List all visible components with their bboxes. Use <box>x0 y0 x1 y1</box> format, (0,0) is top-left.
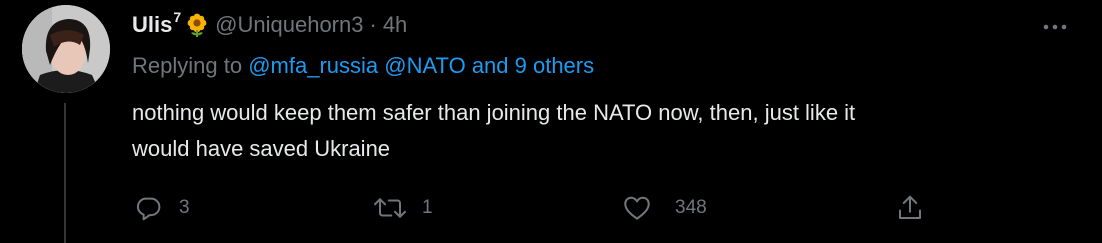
heart-icon <box>624 196 650 220</box>
like-button[interactable]: 348 <box>621 193 707 223</box>
retweet-button[interactable]: 1 <box>370 193 433 223</box>
reply-button[interactable]: 3 <box>133 193 190 223</box>
reply-count: 3 <box>179 197 190 218</box>
avatar-image <box>22 5 110 93</box>
retweet-icon <box>374 198 406 218</box>
thread-line <box>64 103 66 243</box>
name-superscript: 7 <box>173 9 182 25</box>
replying-to: Replying to @mfa_russia @NATO and 9 othe… <box>132 53 594 79</box>
user-handle[interactable]: @Uniquehorn3 <box>215 12 363 38</box>
more-options-button[interactable] <box>1040 17 1070 37</box>
separator-dot: · <box>369 12 377 37</box>
like-count: 348 <box>675 197 707 218</box>
share-button[interactable] <box>895 193 925 223</box>
timestamp[interactable]: 4h <box>383 12 407 38</box>
display-name[interactable]: Ulis <box>132 12 172 38</box>
share-icon <box>899 195 921 219</box>
tweet-header: Ulis 7 @Uniquehorn3 · 4h <box>132 9 407 41</box>
tweet-text-line: would have saved Ukraine <box>132 136 391 161</box>
mention-nato[interactable]: @NATO <box>384 53 465 78</box>
sunflower-icon <box>185 13 209 37</box>
replying-prefix: Replying to <box>132 53 243 78</box>
ellipsis-icon <box>1043 24 1067 30</box>
replying-others-link[interactable]: and 9 others <box>472 53 594 78</box>
reply-icon <box>136 197 161 221</box>
tweet-text: nothing would keep them safer than joini… <box>132 95 1082 167</box>
avatar[interactable] <box>22 5 110 93</box>
mention-mfa-russia[interactable]: @mfa_russia <box>248 53 378 78</box>
retweet-count: 1 <box>422 197 433 218</box>
tweet-text-line: nothing would keep them safer than joini… <box>132 100 856 125</box>
